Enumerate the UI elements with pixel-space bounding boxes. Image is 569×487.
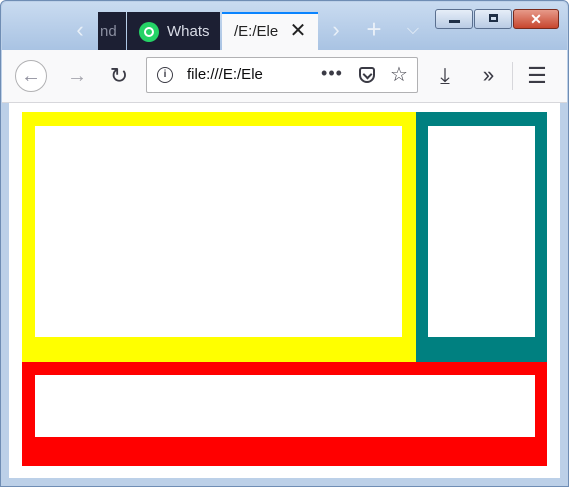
star-icon[interactable]: ☆ [387, 58, 411, 92]
yellow-block [22, 112, 416, 362]
whatsapp-icon [139, 22, 159, 42]
chevron-right-icon[interactable]: › [324, 16, 348, 44]
browser-window: ‹ nd Whats /E:/Ele ✕ › + ⌵ ✕ ← → ↻ i fil… [0, 0, 569, 487]
minimize-icon [449, 20, 460, 23]
plus-icon[interactable]: + [360, 15, 388, 43]
url-value: file:///E:/Ele [187, 66, 263, 83]
tab-strip: ‹ nd Whats /E:/Ele ✕ › + ⌵ ✕ [2, 2, 567, 51]
reload-icon[interactable]: ↻ [104, 60, 134, 92]
minimize-button[interactable] [435, 9, 473, 29]
maximize-icon [489, 14, 498, 22]
tab-active[interactable]: /E:/Ele ✕ [222, 12, 318, 51]
tab-label: /E:/Ele [234, 23, 279, 40]
nav-toolbar: ← → ↻ i file:///E:/Ele ••• ☆ ⤓ ›› ☰ [2, 50, 567, 103]
yellow-inner-box [35, 126, 402, 337]
chevron-down-icon[interactable]: ⌵ [400, 16, 426, 44]
page-content [9, 103, 560, 478]
arrow-right-icon[interactable]: → [62, 60, 92, 92]
tab-label: Whats [167, 23, 210, 40]
red-inner-box [35, 375, 535, 437]
pocket-icon[interactable] [359, 67, 375, 83]
download-icon[interactable]: ⤓ [430, 60, 460, 92]
toolbar-divider [512, 62, 513, 90]
tab-label: nd [100, 23, 117, 40]
tab-whatsapp[interactable]: Whats [127, 12, 220, 51]
hamburger-icon[interactable]: ☰ [522, 60, 552, 92]
info-icon[interactable]: i [157, 67, 173, 83]
close-icon: ✕ [530, 11, 542, 27]
double-chevron-icon[interactable]: ›› [472, 60, 502, 92]
ellipsis-icon[interactable]: ••• [319, 58, 345, 88]
url-bar[interactable]: i file:///E:/Ele ••• ☆ [146, 57, 418, 93]
teal-block [416, 112, 547, 362]
back-button[interactable]: ← [15, 60, 47, 92]
url-text[interactable]: file:///E:/Ele [187, 58, 277, 92]
arrow-left-icon: ← [21, 65, 41, 87]
teal-inner-box [428, 126, 535, 337]
tab-partial[interactable]: nd [98, 12, 126, 51]
chevron-left-icon[interactable]: ‹ [68, 16, 92, 44]
red-block [22, 362, 547, 466]
close-icon[interactable]: ✕ [286, 14, 310, 51]
close-window-button[interactable]: ✕ [513, 9, 559, 29]
maximize-button[interactable] [474, 9, 512, 29]
